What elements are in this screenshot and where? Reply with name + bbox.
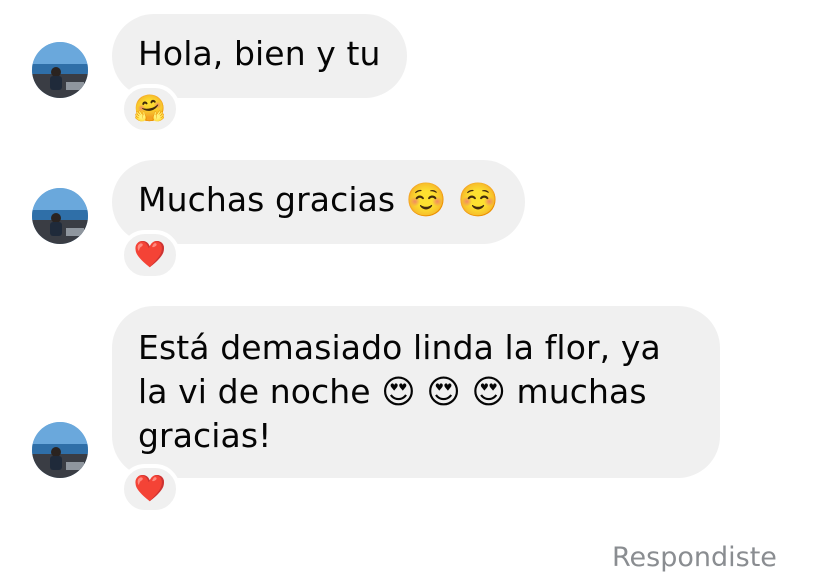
red-heart-reaction-icon[interactable]: ❤️ — [120, 464, 180, 514]
read-status: Respondiste — [612, 542, 777, 573]
message-row: Está demasiado linda la flor, ya la vi d… — [0, 0, 828, 520]
message-bubble[interactable]: Está demasiado linda la flor, ya la vi d… — [112, 306, 720, 478]
avatar[interactable] — [32, 422, 88, 478]
